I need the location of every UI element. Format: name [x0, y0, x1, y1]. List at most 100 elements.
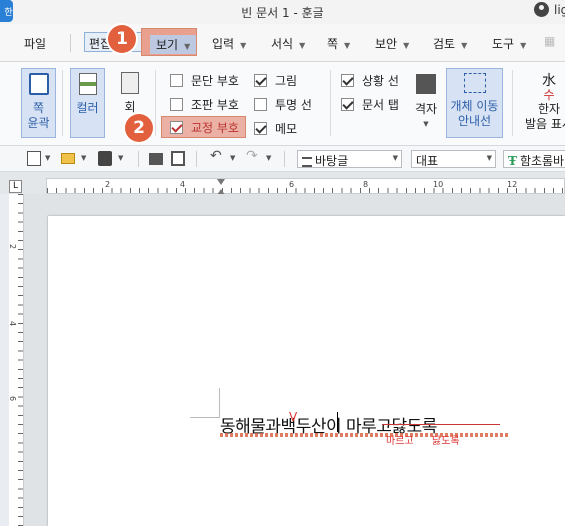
checkbox-label: 문단 부호: [191, 74, 239, 88]
menu-input[interactable]: 입력 ▼: [212, 35, 246, 52]
user-icon[interactable]: [534, 2, 549, 17]
menu-bar: 파일 편집 보기 ▼ 입력 ▼ 서식 ▼ 쪽 ▼ 보안 ▼ 검토 ▼ 도구 ▼ ▦: [0, 24, 565, 62]
checkbox-label: 그림: [275, 74, 298, 88]
checkbox-box: [170, 98, 183, 111]
hanja-label-1: 한자: [537, 102, 561, 116]
color-label: 컬러: [76, 101, 99, 115]
checkbox-status-bar[interactable]: 상황 선: [341, 72, 399, 89]
standard-toolbar: ▼ ▼ ▼ ↶ ▼ ↷ ▼ 바탕글 ▼ 대표 ▼ Ŧ 함초롬바: [0, 146, 565, 172]
grayscale-page-icon: [121, 72, 139, 94]
ribbon-separator: [155, 70, 156, 136]
menu-review[interactable]: 검토 ▼: [433, 35, 467, 52]
menu-tools-label: 도구: [492, 37, 515, 51]
chevron-down-icon[interactable]: ▼: [266, 154, 271, 162]
grid-button[interactable]: 격자 ▼: [412, 70, 440, 138]
color-button[interactable]: 컬러: [70, 68, 105, 138]
menu-page[interactable]: 쪽 ▼: [327, 35, 350, 52]
page-outline-button[interactable]: 쪽 윤곽: [21, 68, 56, 138]
ruler-ticks: [47, 188, 564, 193]
move-guide-icon: [463, 73, 486, 93]
checkbox-box: [341, 74, 354, 87]
document-page[interactable]: [48, 216, 565, 526]
grid-label: 격자: [414, 102, 438, 116]
menu-view[interactable]: 보기 ▼: [141, 28, 197, 56]
ruler-number: 2: [8, 243, 18, 250]
toolbar-separator: [196, 151, 197, 167]
checkbox-memo[interactable]: 메모: [254, 120, 297, 137]
language-value: 대표: [416, 154, 439, 168]
hanja-icon-reading: 수: [543, 88, 555, 102]
print-icon[interactable]: [149, 153, 163, 165]
menu-security[interactable]: 보안 ▼: [375, 35, 409, 52]
menu-format-label: 서식: [271, 37, 294, 51]
step-callout-1: 1: [108, 25, 136, 53]
checkbox-label: 조판 부호: [191, 98, 239, 112]
menu-file[interactable]: 파일: [24, 35, 46, 52]
chevron-down-icon: ▼: [486, 154, 492, 162]
chevron-down-icon[interactable]: ▼: [81, 154, 86, 162]
chevron-down-icon: ▼: [299, 41, 306, 50]
page-outline-label-1: 쪽: [32, 101, 45, 115]
chevron-down-icon: ▼: [461, 41, 468, 50]
ruler-number: 8: [363, 180, 369, 189]
margin-corner-mark: [190, 388, 220, 418]
indent-marker[interactable]: [217, 179, 226, 195]
font-value: 함초롬바: [519, 154, 565, 168]
font-select[interactable]: Ŧ 함초롬바: [503, 150, 565, 168]
chevron-down-icon: ▼: [520, 41, 527, 50]
checkbox-paragraph-mark[interactable]: 문단 부호: [170, 72, 239, 89]
checkbox-doc-tab[interactable]: 문서 탭: [341, 96, 399, 113]
checkbox-label: 투명 선: [275, 98, 312, 112]
print-preview-icon[interactable]: [171, 151, 185, 166]
chevron-down-icon[interactable]: ▼: [118, 154, 123, 162]
ruler-number: 6: [289, 180, 295, 189]
language-select[interactable]: 대표 ▼: [411, 150, 496, 168]
toolbar-separator: [138, 151, 139, 167]
menu-input-label: 입력: [212, 37, 235, 51]
menu-view-label: 보기: [156, 38, 179, 52]
horizontal-ruler[interactable]: 2 4 6 8 10 12: [46, 178, 565, 195]
correction-suggestion: 닳도록: [432, 436, 460, 447]
checkbox-box: [254, 98, 267, 111]
checkbox-box: [254, 74, 267, 87]
ruler-number: 12: [507, 180, 518, 189]
hanja-pronunciation-button[interactable]: 水수 한자 발음 표시: [524, 68, 565, 138]
user-name[interactable]: lig: [554, 3, 565, 17]
page-outline-label-2: 윤곽: [27, 116, 50, 130]
correction-strikethrough: [382, 424, 500, 425]
checkbox-label: 메모: [275, 122, 298, 136]
hanja-icon: 水수: [524, 74, 565, 102]
chevron-down-icon: ▼: [423, 120, 429, 128]
open-folder-icon[interactable]: [61, 153, 75, 164]
save-icon[interactable]: [98, 151, 112, 166]
ruler-ticks: [18, 194, 23, 526]
object-move-guide-button[interactable]: 개체 이동 안내선: [446, 68, 503, 138]
checkbox-picture[interactable]: 그림: [254, 72, 297, 89]
undo-icon[interactable]: ↶: [210, 148, 224, 164]
tab-stop-selector[interactable]: L: [9, 180, 22, 193]
font-icon: Ŧ: [508, 154, 517, 168]
menu-separator: [70, 34, 71, 52]
correction-suggestion: 마르고: [386, 436, 414, 447]
style-select[interactable]: 바탕글 ▼: [297, 150, 402, 168]
chevron-down-icon: ▼: [392, 154, 398, 162]
chevron-down-icon: ▼: [240, 41, 247, 50]
redo-icon[interactable]: ↷: [246, 148, 260, 164]
vertical-ruler[interactable]: 2 4 6: [8, 194, 24, 526]
chevron-down-icon[interactable]: ▼: [230, 154, 235, 162]
chevron-down-icon[interactable]: ▼: [45, 154, 50, 162]
menu-tools[interactable]: 도구 ▼: [492, 35, 526, 52]
grayscale-label: 회: [124, 100, 136, 114]
checkbox-box: [170, 120, 183, 134]
checkbox-label: 교정 부호: [191, 120, 239, 135]
menu-format[interactable]: 서식 ▼: [271, 35, 305, 52]
checkbox-fixed-mark[interactable]: 교정 부호: [161, 116, 246, 138]
new-document-icon[interactable]: [27, 151, 41, 166]
checkbox-transparent-line[interactable]: 투명 선: [254, 96, 312, 113]
object-move-label-1: 개체 이동: [450, 99, 499, 113]
puzzle-icon[interactable]: ▦: [544, 34, 555, 48]
checkbox-label: 상황 선: [362, 74, 399, 88]
checkbox-layout-mark[interactable]: 조판 부호: [170, 96, 239, 113]
checkbox-box: [170, 74, 183, 87]
ruler-number: 4: [8, 320, 18, 327]
